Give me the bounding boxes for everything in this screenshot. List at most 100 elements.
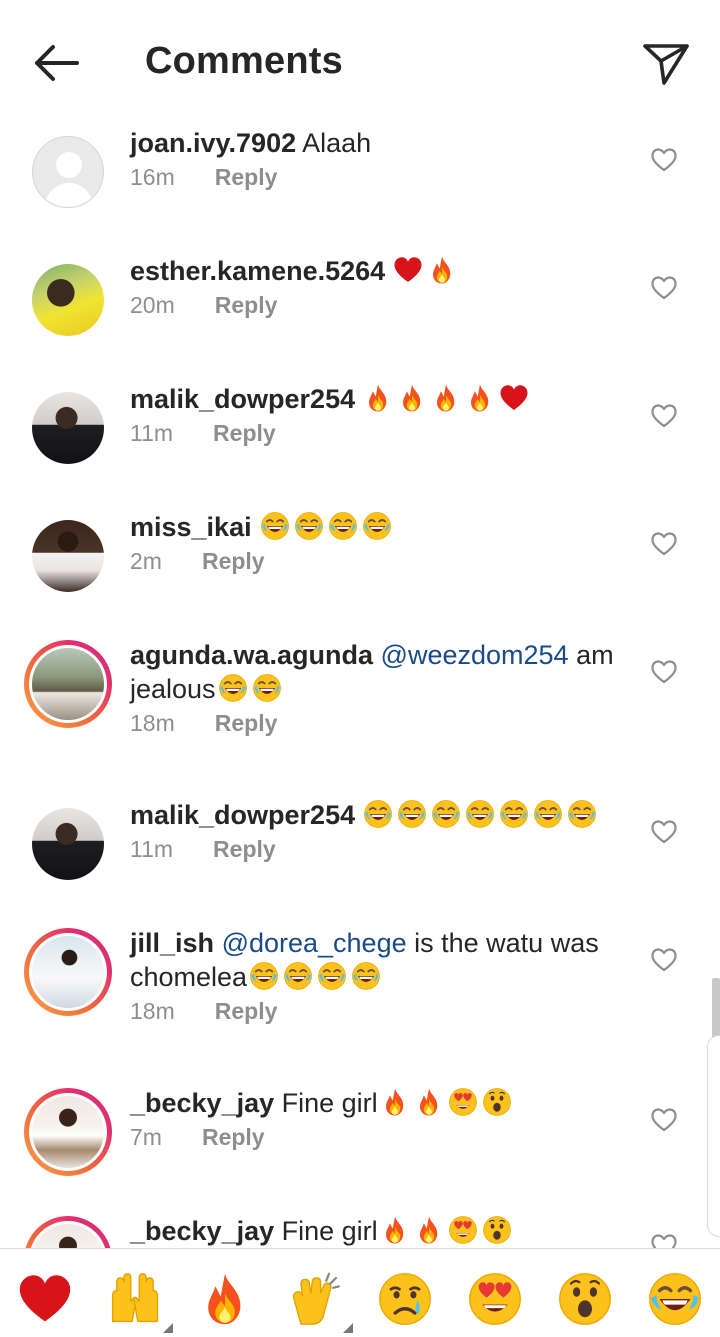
like-button[interactable] [648,816,680,848]
heart-eyes-emoji-icon [467,1273,523,1331]
avatar-image [29,645,107,723]
quick-emoji-raised-hands[interactable] [107,1271,173,1333]
quick-emoji-heart-eyes[interactable] [467,1271,523,1327]
quick-emoji-surprised[interactable] [557,1271,613,1327]
avatar[interactable] [32,392,104,464]
comment-timestamp: 18m [130,710,175,736]
clapping-hands-emoji-icon [287,1272,343,1331]
avatar-image [29,933,107,1011]
comment-username[interactable]: joan.ivy.7902 [130,128,296,158]
comment-list[interactable]: joan.ivy.7902 Alaah 16m Reply esther.kamene… [0,112,720,1248]
quick-emoji-fire[interactable] [197,1271,253,1327]
comment-text: malik_dowper254 [130,798,640,832]
like-button[interactable] [648,1104,680,1136]
comment-meta: 20m Reply [130,292,277,319]
avatar[interactable] [32,264,104,336]
comment-username[interactable]: malik_dowper254 [130,384,355,414]
edge-panel-handle[interactable] [707,1035,720,1237]
heart-outline-icon [651,276,677,300]
comment-username[interactable]: _becky_jay [130,1216,274,1246]
avatar-image [29,1093,107,1171]
share-button[interactable] [638,36,694,92]
fire-emoji-icon [414,1087,444,1117]
reply-button[interactable]: Reply [215,164,278,191]
heart-emoji-icon [17,1275,73,1331]
reply-button[interactable]: Reply [202,1124,265,1151]
quick-emoji-bar [0,1248,720,1337]
quick-emoji-crying[interactable] [377,1271,433,1327]
comment-text: jill_ish @dorea_chege is the watu was ch… [130,926,640,994]
comment-timestamp: 20m [130,292,175,318]
laugh-emoji-icon [465,799,495,829]
comment-meta: 2m Reply [130,548,265,575]
comment-body: Alaah [302,128,372,158]
like-button[interactable] [648,1230,680,1248]
reply-button[interactable]: Reply [202,548,265,575]
comment-text: esther.kamene.5264 [130,254,640,288]
comment-text: agunda.wa.agunda @weezdom254 am jealous [130,638,640,706]
avatar-story-ring[interactable] [24,1088,112,1176]
laugh-emoji-icon [397,799,427,829]
quick-emoji-heart[interactable] [17,1271,73,1327]
fire-emoji-icon [363,383,393,413]
laugh-emoji-icon [499,799,529,829]
avatar-story-ring[interactable] [24,640,112,728]
fire-emoji-icon [427,255,457,285]
comment-username[interactable]: malik_dowper254 [130,800,355,830]
comment-meta: 7m Reply [130,1124,265,1151]
comment-username[interactable]: esther.kamene.5264 [130,256,385,286]
fire-emoji-icon [465,383,495,413]
comment-username[interactable]: miss_ikai [130,512,252,542]
quick-emoji-laugh[interactable] [647,1271,703,1327]
avatar-image [32,808,104,880]
reply-button[interactable]: Reply [213,836,276,863]
surprised-emoji-icon [482,1087,512,1117]
avatar[interactable] [32,136,104,208]
reply-button[interactable]: Reply [215,998,278,1025]
comment-username[interactable]: jill_ish [130,928,214,958]
like-button[interactable] [648,528,680,560]
laugh-emoji-icon [260,511,290,541]
avatar-story-ring[interactable] [24,1216,112,1248]
comment-text: _becky_jay Fine girl [130,1214,640,1248]
like-button[interactable] [648,656,680,688]
crying-emoji-icon [377,1273,433,1331]
laugh-emoji-icon [317,961,347,991]
reply-button[interactable]: Reply [215,710,278,737]
avatar[interactable] [32,520,104,592]
surprised-emoji-icon [557,1273,613,1331]
avatar-image [29,1221,107,1248]
comment-mention[interactable]: @weezdom254 [381,640,569,670]
avatar-image [32,520,104,592]
fire-emoji-icon [380,1215,410,1245]
like-button[interactable] [648,400,680,432]
skin-tone-indicator [343,1323,353,1333]
back-button[interactable] [26,38,86,88]
quick-emoji-clapping-hands[interactable] [287,1271,353,1333]
heart-outline-icon [651,532,677,556]
like-button[interactable] [648,144,680,176]
avatar[interactable] [32,808,104,880]
comments-screen: Comments joan.ivy.7902 Alaah 16m Reply esth… [0,0,720,1337]
raised-hands-emoji-icon [107,1273,163,1331]
comment-body: Fine girl [281,1216,378,1246]
heart-eyes-emoji-icon [448,1087,478,1117]
like-button[interactable] [648,272,680,304]
page-title: Comments [145,40,343,82]
laugh-emoji-icon [252,673,282,703]
comment-username[interactable]: _becky_jay [130,1088,274,1118]
reply-button[interactable]: Reply [213,420,276,447]
heart-outline-icon [651,948,677,972]
laugh-emoji-icon [567,799,597,829]
comment-item: esther.kamene.5264 20m Reply [0,252,720,380]
laugh-emoji-icon [431,799,461,829]
fire-emoji-icon [414,1215,444,1245]
heart-outline-icon [651,820,677,844]
avatar-story-ring[interactable] [24,928,112,1016]
laugh-emoji-icon [218,673,248,703]
comment-username[interactable]: agunda.wa.agunda [130,640,373,670]
like-button[interactable] [648,944,680,976]
comment-mention[interactable]: @dorea_chege [222,928,407,958]
heart-outline-icon [651,660,677,684]
reply-button[interactable]: Reply [215,292,278,319]
